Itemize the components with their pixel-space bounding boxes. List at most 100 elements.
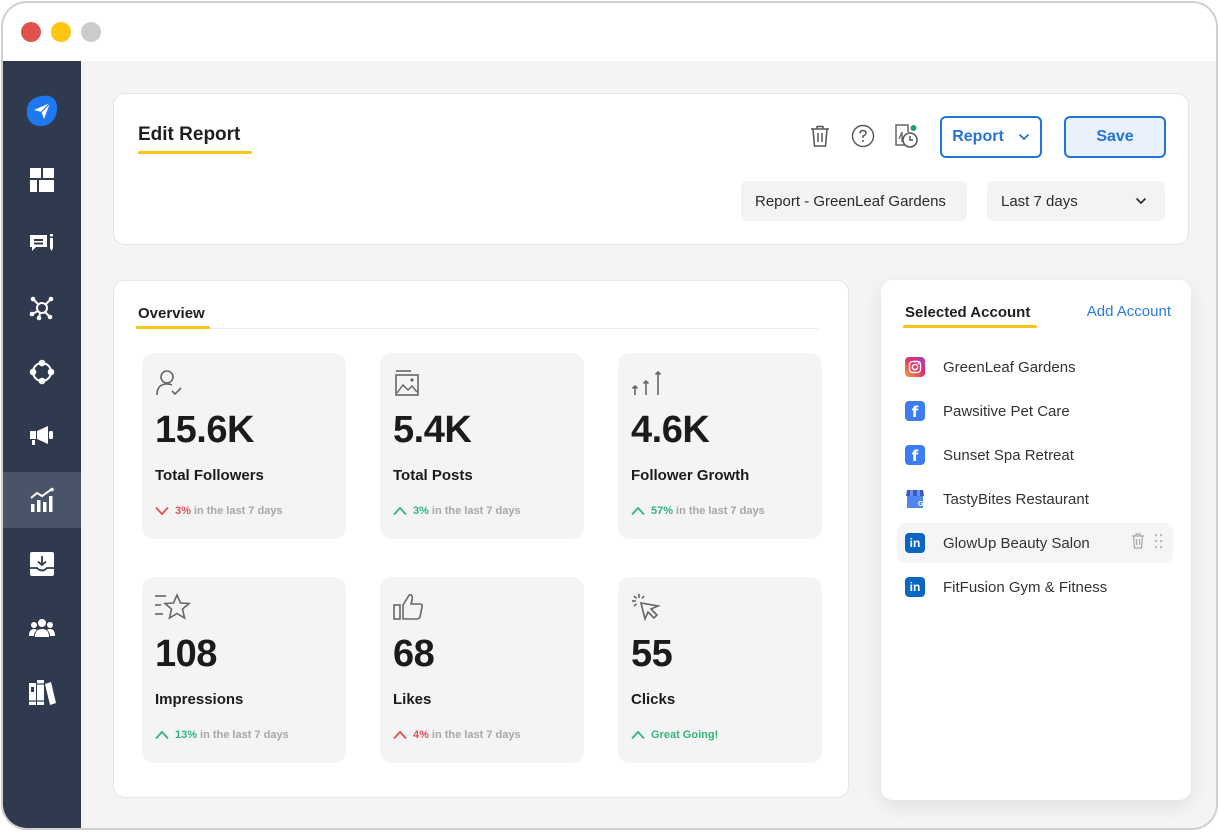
stat-change-period: in the last 7 days bbox=[676, 505, 765, 517]
stat-change: 4% in the last 7 days bbox=[393, 729, 521, 741]
overview-card: Overview 15.6K Total Followers 3% in the la… bbox=[113, 280, 849, 798]
network-hub-icon bbox=[29, 296, 54, 321]
chevron-up-trend-icon bbox=[155, 730, 169, 740]
svg-text:G: G bbox=[918, 501, 924, 508]
stat-change-period: in the last 7 days bbox=[431, 729, 521, 741]
stat-card-impressions[interactable]: 108 Impressions 13% in the last 7 days bbox=[142, 577, 346, 763]
thumbs-up-icon bbox=[393, 593, 424, 621]
stat-change: 3% in the last 7 days bbox=[155, 505, 283, 517]
date-range-value: Last 7 days bbox=[1001, 192, 1078, 210]
account-item[interactable]: f Sunset Spa Retreat bbox=[897, 435, 1173, 475]
chevron-down-trend-icon bbox=[155, 506, 169, 516]
add-account-link[interactable]: Add Account bbox=[1087, 303, 1171, 320]
app-window: Edit Report Report Save Report - GreenLe… bbox=[1, 1, 1218, 830]
account-name: Sunset Spa Retreat bbox=[943, 446, 1074, 464]
account-item[interactable]: GreenLeaf Gardens bbox=[897, 347, 1173, 387]
date-range-select[interactable]: Last 7 days bbox=[987, 181, 1165, 221]
stat-change: 3% in the last 7 days bbox=[393, 505, 521, 517]
overview-tab-underline bbox=[136, 326, 210, 329]
google-business-logo-icon: G bbox=[905, 489, 925, 509]
dashboard-grid-icon bbox=[30, 168, 54, 192]
facebook-logo-icon: f bbox=[905, 401, 925, 421]
report-name-field[interactable]: Report - GreenLeaf Gardens bbox=[741, 181, 967, 221]
stat-card-total-posts[interactable]: 5.4K Total Posts 3% in the last 7 days bbox=[380, 353, 584, 539]
stat-change-period: in the last 7 days bbox=[200, 729, 289, 741]
users-group-icon bbox=[29, 619, 55, 637]
selected-account-underline bbox=[903, 325, 1037, 328]
overview-tab[interactable]: Overview bbox=[138, 305, 205, 322]
account-item[interactable]: G TastyBites Restaurant bbox=[897, 479, 1173, 519]
stat-change-value: 3% bbox=[175, 505, 191, 517]
sidebar-item-dashboard[interactable] bbox=[3, 152, 81, 208]
sidebar bbox=[3, 61, 81, 828]
sidebar-item-send[interactable] bbox=[3, 83, 81, 139]
help-circle-icon bbox=[851, 124, 875, 148]
sidebar-item-network[interactable] bbox=[3, 280, 81, 336]
star-impressions-icon bbox=[155, 593, 192, 621]
main-content: Edit Report Report Save Report - GreenLe… bbox=[81, 61, 1216, 828]
growth-arrows-icon bbox=[631, 369, 662, 397]
sidebar-item-messages[interactable] bbox=[3, 216, 81, 272]
user-check-icon bbox=[155, 369, 183, 397]
stat-label: Total Posts bbox=[393, 467, 473, 484]
account-name: GreenLeaf Gardens bbox=[943, 358, 1076, 376]
account-item[interactable]: in GlowUp Beauty Salon bbox=[897, 523, 1173, 563]
stat-value: 55 bbox=[631, 633, 673, 675]
selected-accounts-card: Selected Account Add Account GreenLeaf G… bbox=[881, 280, 1191, 800]
stat-change-period: in the last 7 days bbox=[431, 505, 521, 517]
account-name: GlowUp Beauty Salon bbox=[943, 534, 1090, 552]
stat-change-period: in the last 7 days bbox=[193, 505, 283, 517]
save-button[interactable]: Save bbox=[1064, 116, 1166, 158]
sidebar-item-team[interactable] bbox=[3, 600, 81, 656]
minimize-window-button[interactable] bbox=[51, 22, 71, 42]
sidebar-item-inbox[interactable] bbox=[3, 536, 81, 592]
inbox-download-icon bbox=[30, 552, 54, 576]
sidebar-item-library[interactable] bbox=[3, 664, 81, 720]
stat-label: Clicks bbox=[631, 691, 676, 708]
instagram-logo-icon bbox=[905, 357, 925, 377]
help-button[interactable] bbox=[849, 122, 877, 150]
remove-account-trash-icon[interactable] bbox=[1131, 533, 1145, 549]
linkedin-logo-icon: in bbox=[905, 577, 925, 597]
megaphone-icon bbox=[30, 426, 53, 445]
stat-change-value: Great Going! bbox=[651, 729, 719, 741]
stat-card-clicks[interactable]: 55 Clicks Great Going! bbox=[618, 577, 822, 763]
schedule-report-button[interactable] bbox=[893, 122, 921, 150]
maximize-window-button[interactable] bbox=[81, 22, 101, 42]
delete-report-button[interactable] bbox=[806, 122, 834, 150]
stat-card-total-followers[interactable]: 15.6K Total Followers 3% in the last 7 days bbox=[142, 353, 346, 539]
account-item[interactable]: f Pawsitive Pet Care bbox=[897, 391, 1173, 431]
facebook-logo-icon: f bbox=[905, 445, 925, 465]
sidebar-item-reports[interactable] bbox=[3, 472, 81, 528]
cursor-click-icon bbox=[631, 593, 661, 622]
chevron-down-icon bbox=[1018, 133, 1029, 141]
account-name: FitFusion Gym & Fitness bbox=[943, 578, 1108, 596]
stat-label: Likes bbox=[393, 691, 432, 708]
stat-card-follower-growth[interactable]: 4.6K Follower Growth 57% in the last 7 days bbox=[618, 353, 822, 539]
schedule-report-icon bbox=[895, 124, 918, 148]
stat-value: 68 bbox=[393, 633, 435, 675]
drag-handle-icon[interactable] bbox=[1155, 533, 1163, 549]
account-name: Pawsitive Pet Care bbox=[943, 402, 1070, 420]
image-post-icon bbox=[393, 369, 421, 397]
title-underline bbox=[138, 151, 252, 154]
chevron-up-trend-icon bbox=[393, 506, 407, 516]
stat-card-likes[interactable]: 68 Likes 4% in the last 7 days bbox=[380, 577, 584, 763]
chevron-up-trend-icon bbox=[393, 730, 407, 740]
report-dropdown-button[interactable]: Report bbox=[940, 116, 1042, 158]
sidebar-item-campaigns[interactable] bbox=[3, 408, 81, 464]
title-bar bbox=[3, 3, 1216, 61]
report-dropdown-label: Report bbox=[952, 128, 1004, 145]
close-window-button[interactable] bbox=[21, 22, 41, 42]
stat-label: Follower Growth bbox=[631, 467, 750, 484]
stat-change: 13% in the last 7 days bbox=[155, 729, 289, 741]
stat-change-value: 3% bbox=[413, 505, 429, 517]
stat-label: Impressions bbox=[155, 691, 244, 708]
selected-account-tab[interactable]: Selected Account bbox=[905, 304, 1030, 321]
stat-change-value: 4% bbox=[413, 729, 429, 741]
sidebar-item-connections[interactable] bbox=[3, 344, 81, 400]
account-item[interactable]: in FitFusion Gym & Fitness bbox=[897, 567, 1173, 607]
chevron-up-trend-icon bbox=[631, 730, 645, 740]
stat-value: 5.4K bbox=[393, 409, 472, 451]
linkedin-logo-icon: in bbox=[905, 533, 925, 553]
